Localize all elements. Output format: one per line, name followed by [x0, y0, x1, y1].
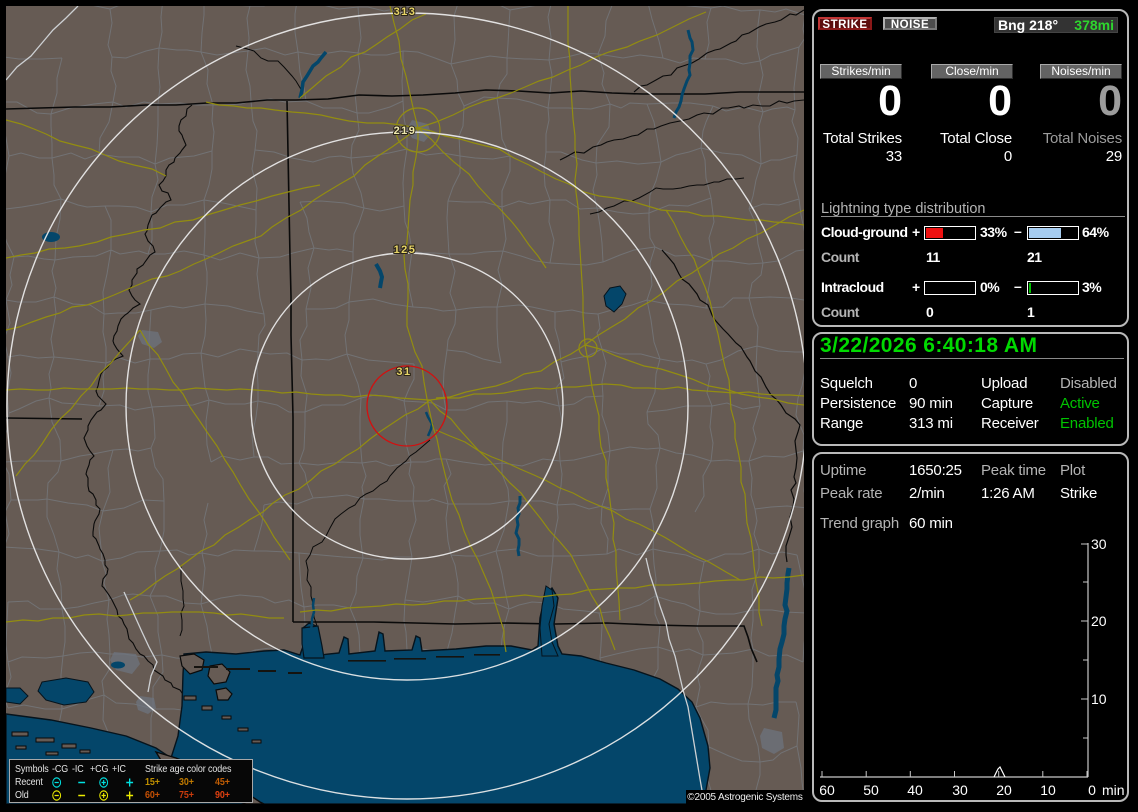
svg-text:30: 30 — [952, 782, 968, 798]
svg-text:10: 10 — [1091, 691, 1107, 707]
svg-text:30: 30 — [1091, 536, 1107, 552]
svg-text:20: 20 — [1091, 613, 1107, 629]
svg-text:40: 40 — [907, 782, 923, 798]
svg-text:50: 50 — [863, 782, 879, 798]
svg-text:20: 20 — [996, 782, 1012, 798]
svg-text:10: 10 — [1040, 782, 1056, 798]
svg-text:0: 0 — [1088, 782, 1096, 798]
svg-text:60: 60 — [819, 782, 835, 798]
svg-text:min: min — [1102, 782, 1125, 798]
